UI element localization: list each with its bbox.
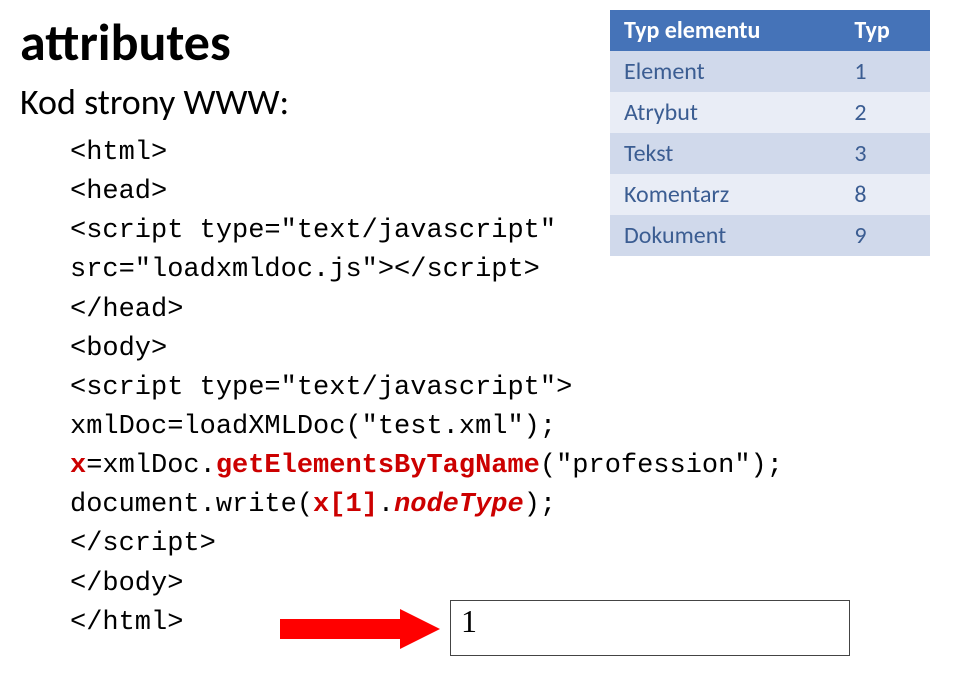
code-line: <body> [70,334,167,364]
code-var-x: x [70,451,86,481]
arrow-icon [280,609,440,649]
table-header-row: Typ elementu Typ [610,10,930,51]
code-text: =xmlDoc. [86,451,216,481]
table-cell-val: 1 [840,51,930,92]
table-cell-name: Komentarz [610,174,840,215]
types-table-wrap: Typ elementu Typ Element 1 Atrybut 2 Tek… [610,10,930,256]
table-cell-val: 8 [840,174,930,215]
table-row: Atrybut 2 [610,92,930,133]
table-cell-name: Dokument [610,215,840,256]
arrow-shaft [280,619,400,639]
table-row: Element 1 [610,51,930,92]
table-cell-val: 3 [840,133,930,174]
types-table: Typ elementu Typ Element 1 Atrybut 2 Tek… [610,10,930,256]
result-box: 1 [450,600,850,656]
code-text: ("profession"); [540,451,783,481]
table-cell-val: 9 [840,215,930,256]
code-line: document.write(x[1].nodeType); [70,490,556,520]
table-row: Komentarz 8 [610,174,930,215]
code-line: x=xmlDoc.getElementsByTagName("professio… [70,451,783,481]
code-line: <script type="text/javascript"> [70,373,572,403]
code-line: <html> [70,138,167,168]
code-text: document.write( [70,490,313,520]
table-row: Dokument 9 [610,215,930,256]
table-header-type: Typ [840,10,930,51]
table-row: Tekst 3 [610,133,930,174]
table-cell-name: Atrybut [610,92,840,133]
code-line: </script> [70,529,216,559]
code-index: x[1] [313,490,378,520]
table-cell-val: 2 [840,92,930,133]
arrow-head [400,609,440,649]
table-header-type-element: Typ elementu [610,10,840,51]
code-line: src="loadxmldoc.js"></script> [70,255,540,285]
table-cell-name: Element [610,51,840,92]
code-line: </head> [70,295,183,325]
code-text: ); [524,490,556,520]
table-cell-name: Tekst [610,133,840,174]
code-text: . [378,490,394,520]
code-line: <head> [70,177,167,207]
code-line: </html> [70,608,183,638]
code-line: <script type="text/javascript" [70,216,556,246]
code-line: xmlDoc=loadXMLDoc("test.xml"); [70,412,556,442]
code-method: getElementsByTagName [216,451,540,481]
code-line: </body> [70,569,183,599]
code-prop-nodetype: nodeType [394,490,524,520]
